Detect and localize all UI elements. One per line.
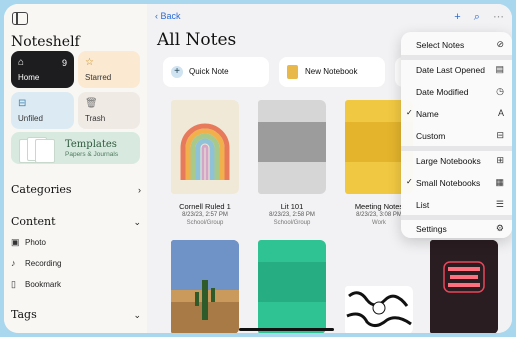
templates-tile[interactable]: Templates Papers & Journals [11,132,140,164]
templates-title: Templates [65,139,117,150]
unfiled-label: Unfiled [18,114,43,123]
starred-label: Starred [85,73,112,82]
menu-item-list[interactable]: List ☰ [401,193,512,215]
grid-large-icon: ⊞ [496,155,504,165]
gear-icon: ⚙ [495,223,504,233]
starred-tile[interactable]: ☆ Starred [78,51,140,88]
list-icon: ☰ [495,199,504,209]
photo-icon: ▣ [11,237,20,247]
home-icon: ⌂ [18,57,25,68]
calendar-icon: ▤ [495,64,504,74]
menu-item-label: Select Notes [416,40,465,50]
notebook-cover[interactable] [430,240,498,333]
chevron-down-icon[interactable]: ⌄ [133,310,141,321]
check-circle-icon: ⊘ [496,39,504,49]
menu-item-name[interactable]: ✓ Name A [401,102,512,124]
more-icon[interactable]: ⋯ [493,11,504,23]
content-header[interactable]: Content [11,215,56,228]
notebook-date: 8/23/23, 2:58 PM [269,212,315,218]
menu-item-label: Large Notebooks [416,156,481,166]
star-icon: ☆ [85,57,94,68]
sidebar-item-recording[interactable]: ♪ Recording [11,258,61,268]
templates-pages-icon [19,137,55,163]
notebook-cover[interactable] [258,100,326,194]
doodle-art [346,291,412,327]
sidebar-item-label: Bookmark [25,280,62,289]
search-icon[interactable]: ⌕ [474,11,480,23]
menu-item-label: Date Modified [416,87,469,97]
notebook-group: School/Group [273,220,311,226]
categories-header[interactable]: Categories [11,183,72,196]
bookmark-icon: ▯ [11,279,16,289]
home-indicator [239,328,334,331]
chevron-right-icon[interactable]: › [138,185,141,195]
add-icon[interactable]: + [454,11,460,23]
trash-icon: 🗑 [85,98,98,109]
plus-icon: + [171,66,183,78]
home-tile[interactable]: ⌂ 9 Home [11,51,74,88]
sidebar-item-bookmark[interactable]: ▯ Bookmark [11,279,61,290]
new-notebook-label: New Notebook [305,67,358,76]
page-title: All Notes [157,30,237,50]
back-label: Back [160,11,181,21]
notebook-group: School/Group [186,220,224,226]
menu-item-select-notes[interactable]: Select Notes ⊘ [401,33,512,55]
sidebar-item-photo[interactable]: ▣ Photo [11,237,46,248]
neon-sign-photo [430,240,498,333]
letter-a-icon: A [497,108,504,118]
grid-small-icon: ▦ [495,177,504,187]
menu-item-label: List [416,200,430,210]
cactus-photo [171,240,239,333]
menu-item-label: Settings [416,224,447,234]
toolbar: + ⌕ ⋯ [444,10,504,24]
view-options-menu: Select Notes ⊘ Date Last Opened ▤ Date M… [401,32,512,238]
menu-item-label: Date Last Opened [416,65,485,75]
cover-band [258,122,326,162]
clock-icon: ◷ [496,86,504,96]
checkmark-icon: ✓ [406,108,413,117]
notebook-date: 8/23/23, 2:57 PM [182,212,228,218]
menu-item-small-notebooks[interactable]: ✓ Small Notebooks ▦ [401,171,512,193]
rainbow-arch-art [180,123,230,180]
menu-item-custom[interactable]: Custom ⊟ [401,124,512,146]
sidebar-item-label: Recording [25,259,62,268]
checkmark-icon: ✓ [406,177,413,186]
microphone-icon: ♪ [11,258,16,268]
menu-item-large-notebooks[interactable]: Large Notebooks ⊞ [401,149,512,171]
templates-subtitle: Papers & Journals [65,151,119,158]
chevron-down-icon[interactable]: ⌄ [133,217,141,228]
menu-item-label: Name [416,109,439,119]
menu-item-label: Small Notebooks [416,178,481,188]
notebook-title: Lit 101 [280,202,304,211]
quick-note-button[interactable]: + Quick Note [163,57,269,87]
app-title: Noteshelf [11,34,80,50]
notebook-cover[interactable] [171,100,239,194]
menu-item-settings[interactable]: Settings ⚙ [401,217,512,239]
home-count: 9 [61,58,67,68]
cover-band [258,262,326,302]
new-notebook-button[interactable]: New Notebook [279,57,385,87]
tray-icon: ⊟ [18,98,27,109]
menu-item-date-modified[interactable]: Date Modified ◷ [401,80,512,102]
sidebar: Noteshelf ⌂ 9 Home ☆ Starred ⊟ Unfiled 🗑… [4,4,148,333]
tags-header[interactable]: Tags [11,308,37,321]
custom-order-icon: ⊟ [496,130,504,140]
notebook-cover[interactable] [345,286,413,333]
notebook-icon [287,65,298,79]
menu-item-label: Custom [416,131,446,141]
sidebar-item-label: Photo [25,238,46,247]
notebook-title: Cornell Ruled 1 [179,202,231,211]
menu-item-date-last-opened[interactable]: Date Last Opened ▤ [401,58,512,80]
notebook-cover[interactable] [258,240,326,333]
notebook-cover[interactable] [171,240,239,333]
trash-tile[interactable]: 🗑 Trash [78,92,140,129]
back-button[interactable]: ‹ Back [155,11,181,21]
home-label: Home [18,73,40,82]
app-window: Noteshelf ⌂ 9 Home ☆ Starred ⊟ Unfiled 🗑… [4,4,512,333]
quick-note-label: Quick Note [189,67,229,76]
trash-label: Trash [85,114,106,123]
unfiled-tile[interactable]: ⊟ Unfiled [11,92,74,129]
sidebar-toggle-icon[interactable] [12,12,28,25]
